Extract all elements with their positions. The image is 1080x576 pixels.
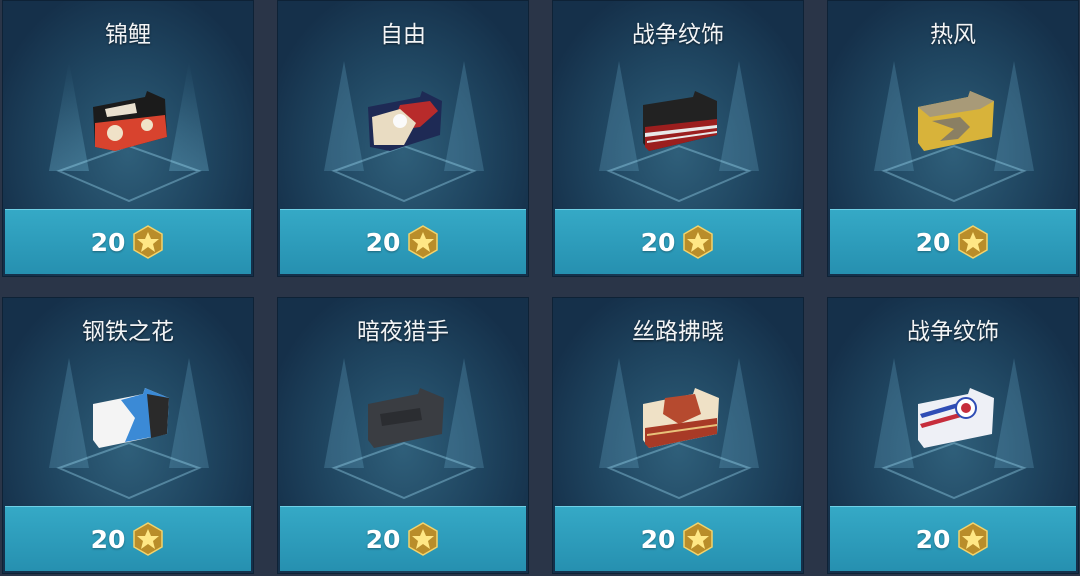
price-amount: 20 bbox=[640, 227, 676, 257]
shop-item-card[interactable]: 锦鲤 20 bbox=[2, 0, 254, 277]
hotwind-skin-icon bbox=[918, 91, 994, 151]
gold-coin-icon bbox=[408, 522, 439, 556]
warpaint-blue-skin-icon bbox=[918, 388, 994, 448]
price-amount: 20 bbox=[365, 524, 401, 554]
price-amount: 20 bbox=[90, 524, 126, 554]
price-amount: 20 bbox=[365, 227, 401, 257]
buy-button[interactable]: 20 bbox=[5, 209, 251, 274]
buy-button[interactable]: 20 bbox=[280, 506, 526, 571]
price-amount: 20 bbox=[640, 524, 676, 554]
gold-coin-icon bbox=[958, 522, 989, 556]
shop-item-card[interactable]: 热风 20 bbox=[827, 0, 1079, 277]
gold-coin-icon bbox=[958, 225, 989, 259]
shop-item-card[interactable]: 钢铁之花 20 bbox=[2, 297, 254, 574]
buy-button[interactable]: 20 bbox=[280, 209, 526, 274]
gold-coin-icon bbox=[683, 522, 714, 556]
gold-coin-icon bbox=[408, 225, 439, 259]
buy-button[interactable]: 20 bbox=[830, 209, 1076, 274]
buy-button[interactable]: 20 bbox=[5, 506, 251, 571]
price-amount: 20 bbox=[90, 227, 126, 257]
liberty-skin-icon bbox=[368, 91, 442, 151]
buy-button[interactable]: 20 bbox=[555, 209, 801, 274]
gold-coin-icon bbox=[133, 522, 164, 556]
silkroad-skin-icon bbox=[643, 388, 719, 448]
shop-item-card[interactable]: 暗夜猎手 20 bbox=[277, 297, 529, 574]
shop-item-card[interactable]: 战争纹饰 20 bbox=[552, 0, 804, 277]
buy-button[interactable]: 20 bbox=[555, 506, 801, 571]
gold-coin-icon bbox=[133, 225, 164, 259]
nighthunter-skin-icon bbox=[368, 388, 444, 448]
price-amount: 20 bbox=[915, 524, 951, 554]
shop-grid: 锦鲤 20 自由 20 战争纹饰 20 热风 20 钢铁之花 20 暗夜猎手 2… bbox=[0, 0, 1080, 576]
koi-skin-icon bbox=[93, 91, 167, 151]
warpaint-red-skin-icon bbox=[643, 91, 717, 151]
shop-item-card[interactable]: 战争纹饰 20 bbox=[827, 297, 1079, 574]
steelflower-skin-icon bbox=[93, 388, 169, 448]
gold-coin-icon bbox=[683, 225, 714, 259]
shop-item-card[interactable]: 自由 20 bbox=[277, 0, 529, 277]
shop-item-card[interactable]: 丝路拂晓 20 bbox=[552, 297, 804, 574]
price-amount: 20 bbox=[915, 227, 951, 257]
buy-button[interactable]: 20 bbox=[830, 506, 1076, 571]
